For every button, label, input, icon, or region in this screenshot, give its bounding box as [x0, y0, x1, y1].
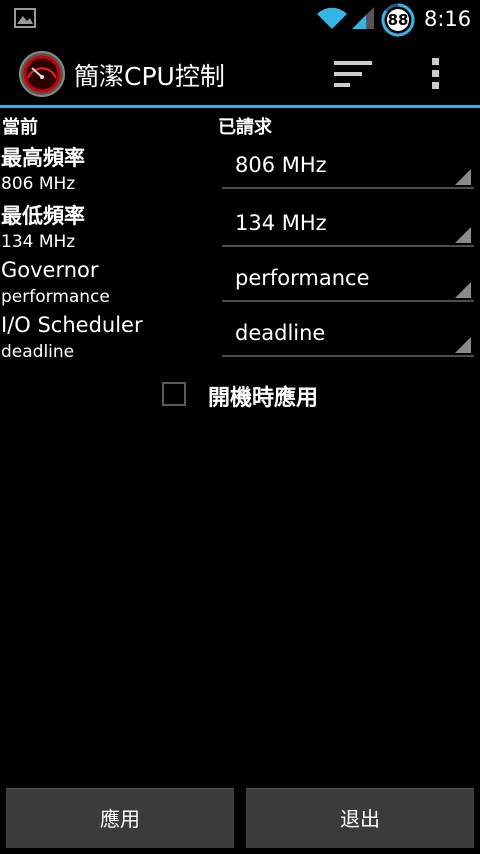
spinner-arrow-icon [455, 227, 471, 243]
max-frequency-current: 806 MHz [1, 174, 76, 194]
apply-on-boot-checkbox[interactable] [162, 382, 186, 406]
min-frequency-selected: 134 MHz [235, 211, 327, 235]
governor-selected: performance [235, 266, 370, 290]
governor-spinner[interactable]: performance [222, 258, 474, 302]
gallery-icon [14, 8, 36, 28]
max-frequency-spinner[interactable]: 806 MHz [222, 145, 474, 189]
apply-on-boot-label[interactable]: 開機時應用 [208, 380, 318, 412]
spinner-underline [222, 245, 474, 247]
spinner-arrow-icon [455, 337, 471, 353]
governor-title: Governor [1, 258, 99, 282]
header-requested: 已請求 [218, 117, 272, 138]
action-bar: 簡潔CPU控制 [0, 38, 480, 108]
spinner-underline [222, 300, 474, 302]
min-frequency-title: 最低頻率 [1, 204, 85, 228]
spinner-arrow-icon [455, 169, 471, 185]
clock: 8:16 [424, 7, 472, 31]
apply-button[interactable]: 應用 [6, 788, 234, 848]
spinner-underline [222, 187, 474, 189]
overflow-menu-icon[interactable] [428, 56, 444, 92]
min-frequency-current: 134 MHz [1, 232, 76, 252]
header-current: 當前 [2, 117, 38, 138]
io-scheduler-title: I/O Scheduler [1, 313, 143, 337]
spinner-arrow-icon [455, 282, 471, 298]
spinner-underline [222, 355, 474, 357]
min-frequency-spinner[interactable]: 134 MHz [222, 203, 474, 247]
status-bar: 88 8:16 [0, 0, 480, 38]
io-scheduler-spinner[interactable]: deadline [222, 313, 474, 357]
app-speedometer-icon[interactable] [18, 50, 66, 98]
exit-button[interactable]: 退出 [246, 788, 474, 848]
max-frequency-title: 最高頻率 [1, 146, 85, 170]
io-scheduler-current: deadline [1, 342, 75, 362]
io-scheduler-selected: deadline [235, 321, 326, 345]
governor-current: performance [1, 287, 110, 307]
signal-icon [352, 7, 374, 29]
app-title: 簡潔CPU控制 [74, 62, 225, 91]
battery-level: 88 [387, 11, 409, 29]
action-bar-divider [0, 105, 480, 108]
max-frequency-selected: 806 MHz [235, 153, 327, 177]
wifi-icon [317, 7, 347, 30]
sort-icon[interactable] [332, 59, 374, 89]
